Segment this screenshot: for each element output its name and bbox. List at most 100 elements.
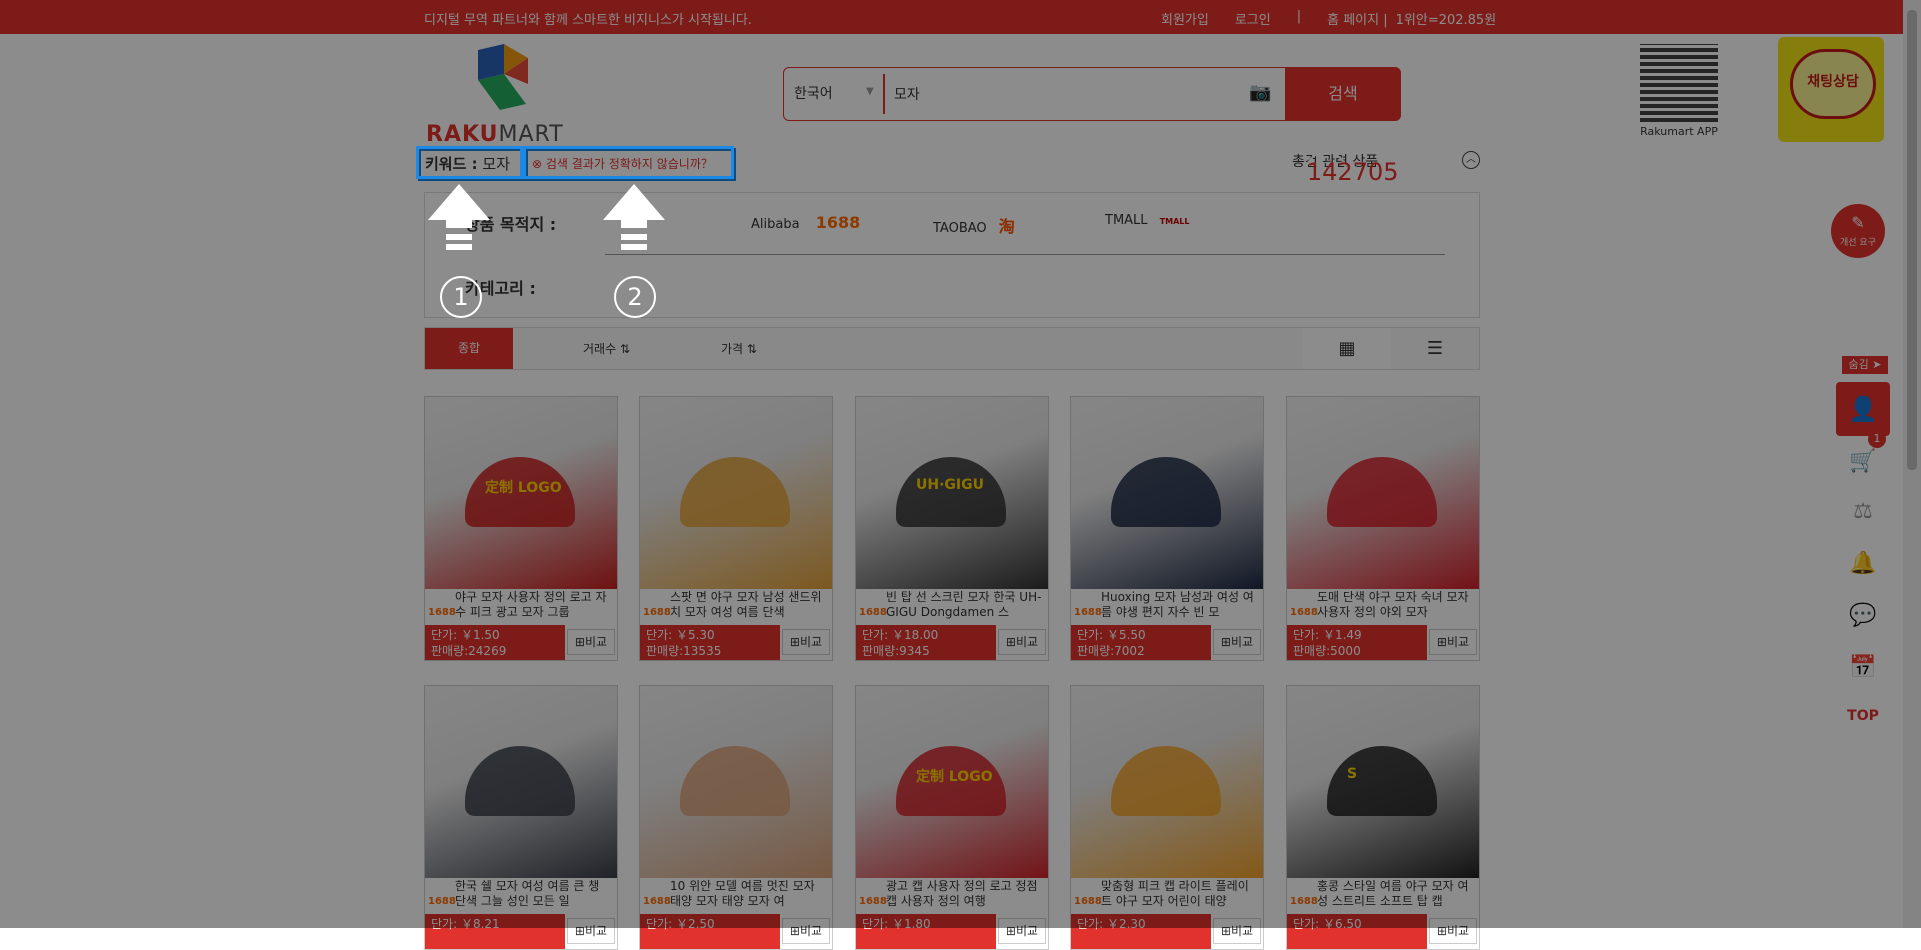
product-image[interactable]: 定制 LOGO [856,686,1048,878]
product-title[interactable]: 도매 단색 야구 모자 숙녀 모자 사용자 정의 야외 모자 [1317,590,1475,622]
cart-icon[interactable]: 🛒 [1836,442,1890,482]
product-image[interactable] [640,686,832,878]
source-1688-badge: 1688 [643,607,671,618]
keyword-value: 모자 [482,155,511,173]
product-card[interactable]: 1688 맞춤형 피크 캡 라이트 플레이트 야구 모자 어린이 태양 단가: ￥2… [1070,685,1264,950]
cap-shape [1111,457,1221,527]
source-1688-badge: 1688 [859,607,887,618]
total-count: 총 142705 건 관련 상품 [1292,151,1399,193]
chat-consult-button[interactable]: 채팅상담 [1778,37,1884,142]
product-price: 단가: ￥18.00 [862,628,939,642]
compare-button[interactable]: ⊞비교 [567,918,615,944]
compare-button[interactable]: ⊞비교 [998,918,1046,944]
search-button[interactable]: 검색 [1285,67,1401,121]
sort-bar: 종합 거래수 ⇅ 가격 ⇅ ▦ ☰ [424,327,1480,370]
product-image[interactable]: S [1287,686,1479,878]
sort-volume[interactable]: 거래수 ⇅ [583,340,630,357]
message-icon[interactable]: 💬 [1836,596,1890,636]
exchange-rate: 1위안=202.85원 [1395,13,1497,28]
product-image[interactable] [1071,686,1263,878]
cap-shape [680,457,790,527]
product-card[interactable]: S 1688 홍콩 스타일 여름 야구 모자 여성 스트리트 소프트 탑 캡 단가: … [1286,685,1480,950]
product-title[interactable]: 맞춤형 피크 캡 라이트 플레이트 야구 모자 어린이 태양 [1101,879,1259,911]
product-image[interactable]: 定制 LOGO [425,397,617,589]
product-title[interactable]: 홍콩 스타일 여름 야구 모자 여성 스트리트 소프트 탑 캡 [1317,879,1475,911]
scroll-thumb[interactable] [1907,10,1917,470]
improvement-request-button[interactable]: ✎ 개선 요구 [1831,204,1885,258]
cap-shape [1111,746,1221,816]
chevron-down-icon[interactable]: ▼ [866,86,874,97]
inaccurate-results-link[interactable]: ⊗ 검색 결과가 정확하지 않습니까？ [525,148,736,181]
compare-button[interactable]: ⊞비교 [567,629,615,655]
hide-rail-button[interactable]: 숨김 ➤ [1842,356,1888,374]
product-price-box: 단가: ￥5.50 판매량:7002 [1071,625,1211,660]
rakumart-logo[interactable]: RAKUMART [424,44,578,147]
list-view-icon[interactable]: ☰ [1391,328,1479,369]
source-taobao[interactable]: TAOBAO 淘 [933,213,1015,237]
source-tmall[interactable]: TMALL TMALL [1105,213,1190,228]
product-title[interactable]: 한국 쉘 모자 여성 여름 큰 챙 단색 그늘 성인 모든 일 [455,879,613,911]
camera-icon[interactable]: 📷 [1249,82,1271,103]
compare-button[interactable]: ⊞비교 [782,918,830,944]
compare-button[interactable]: ⊞비교 [1429,918,1477,944]
product-card[interactable]: 1688 10 위안 모델 여름 멋진 모자 태양 모자 태양 모자 여 단가: ￥… [639,685,833,950]
signup-link[interactable]: 회원가입 [1161,9,1209,28]
product-price: 단가: ￥1.49 [1293,628,1362,642]
product-price-box: 단가: ￥8.21 [425,914,565,949]
login-link[interactable]: 로그인 [1235,9,1271,28]
search-input[interactable] [892,76,1226,112]
product-sales: 판매량:5000 [1293,644,1361,658]
page-scrollbar[interactable] [1903,0,1921,928]
compare-button[interactable]: ⊞비교 [998,629,1046,655]
step-number-2: 2 [614,276,656,318]
product-card[interactable]: 1688 Huoxing 모자 남성과 여성 여름 야생 편지 자수 빈 모 단가:… [1070,396,1264,661]
product-image[interactable] [425,686,617,878]
product-card[interactable]: UH·GIGU 1688 빈 탑 선 스크린 모자 한국 UH-GIGU Dongd… [855,396,1049,661]
compare-button[interactable]: ⊞비교 [782,629,830,655]
bell-icon[interactable]: 🔔 [1836,544,1890,584]
cart-badge: 1 [1868,430,1886,448]
grid-view-icon[interactable]: ▦ [1303,328,1391,369]
top-separator: | [1296,9,1302,24]
product-image[interactable] [1071,397,1263,589]
product-price-box: 단가: ￥6.50 [1287,914,1427,949]
arrow-up-icon [428,184,490,250]
product-card[interactable]: 1688 스팟 면 야구 모자 남성 샌드위치 모자 여성 여름 단색 단가: ￥5… [639,396,833,661]
product-card[interactable]: 1688 도매 단색 야구 모자 숙녀 모자 사용자 정의 야외 모자 단가: ￥1… [1286,396,1480,661]
home-link[interactable]: 홈 페이지 | [1327,9,1388,28]
language-select[interactable]: 한국어 [794,83,833,103]
compare-button[interactable]: ⊞비교 [1429,629,1477,655]
compare-button[interactable]: ⊞비교 [1213,918,1261,944]
product-price-box: 단가: ￥1.80 [856,914,996,949]
product-title[interactable]: 야구 모자 사용자 정의 로고 자수 피크 광고 모자 그룹 [455,590,613,622]
filter-panel: 상품 목적지 : Alibaba 1688 TAOBAO 淘 TMALL TMA… [424,192,1480,318]
product-card[interactable]: 定制 LOGO 1688 광고 캡 사용자 정의 로고 정점 캡 사용자 정의 여행… [855,685,1049,950]
pencil-icon: ✎ [1851,213,1865,232]
sort-all-tab[interactable]: 종합 [425,328,513,369]
product-title[interactable]: Huoxing 모자 남성과 여성 여름 야생 편지 자수 빈 모 [1101,590,1259,622]
product-image[interactable] [640,397,832,589]
user-icon[interactable]: 👤 [1836,382,1890,436]
product-title[interactable]: 광고 캡 사용자 정의 로고 정점 캡 사용자 정의 여행 [886,879,1044,911]
product-price: 단가: ￥1.50 [431,628,500,642]
inaccurate-label: 검색 결과가 정확하지 않습니까？ [545,157,713,171]
scale-icon[interactable]: ⚖ [1836,492,1890,532]
compare-button[interactable]: ⊞비교 [1213,629,1261,655]
product-title[interactable]: 빈 탑 선 스크린 모자 한국 UH-GIGU Dongdamen 스 [886,590,1044,622]
source-alibaba[interactable]: Alibaba 1688 [751,213,860,232]
product-title[interactable]: 스팟 면 야구 모자 남성 샌드위치 모자 여성 여름 단색 [670,590,828,622]
product-title[interactable]: 10 위안 모델 여름 멋진 모자 태양 모자 태양 모자 여 [670,879,828,911]
product-image[interactable]: UH·GIGU [856,397,1048,589]
calendar-icon[interactable]: 📅 [1836,648,1890,688]
product-image[interactable] [1287,397,1479,589]
plus-box-icon: ⊞ [574,635,585,649]
product-price: 단가: ￥1.80 [862,917,931,931]
back-to-top-button[interactable]: TOP [1836,696,1890,736]
sort-price[interactable]: 가격 ⇅ [721,340,757,357]
plus-box-icon: ⊞ [574,924,585,938]
product-card[interactable]: 定制 LOGO 1688 야구 모자 사용자 정의 로고 자수 피크 광고 모자 그… [424,396,618,661]
collapse-icon[interactable]: ︿ [1462,151,1480,169]
product-sales: 판매량:13535 [646,644,722,658]
top-links: 회원가입 로그인 | 홈 페이지 | 1위안=202.85원 [1161,9,1522,28]
product-card[interactable]: 1688 한국 쉘 모자 여성 여름 큰 챙 단색 그늘 성인 모든 일 단가: ￥… [424,685,618,950]
